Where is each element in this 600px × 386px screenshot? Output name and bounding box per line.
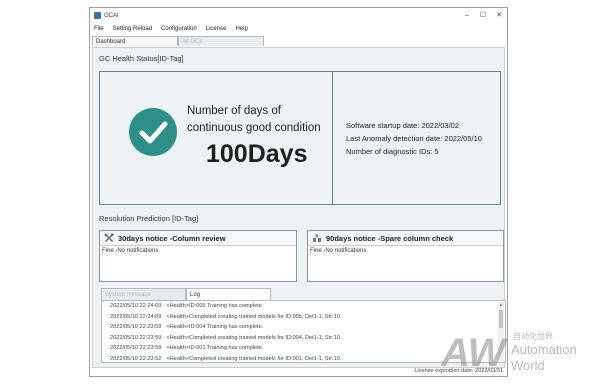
tab-system-message[interactable]: System message: [101, 288, 186, 300]
tools-icon: [104, 233, 114, 243]
menu-bar: File Setting Reload Configuration Licens…: [90, 23, 507, 34]
log-message: <Health>Completed creating trained model…: [166, 355, 342, 362]
title-bar: GCAI – ☐ ✕: [90, 8, 507, 23]
days-count: 100Days: [206, 140, 308, 168]
tab-dashboard[interactable]: Dashboard: [92, 36, 178, 46]
log-message: <Health>ID:001 Training has complete.: [166, 345, 264, 351]
log-line: 2022/05/10 22:24:09 <Health>Completed cre…: [102, 312, 505, 323]
app-icon: [94, 12, 101, 19]
last-anomaly-date: Last Anomaly detection date: 2022/05/10: [346, 134, 482, 143]
tab-all-gcs[interactable]: All GCs: [178, 36, 264, 46]
notice-30days-body: Fine -No notifications: [102, 248, 159, 254]
log-message: <Health>Completed creating trained model…: [166, 334, 342, 341]
menu-help[interactable]: Help: [235, 26, 247, 32]
log-message: <Health>Completed creating trained model…: [166, 313, 342, 320]
days-caption: Number of days of continuous good condit…: [187, 103, 332, 137]
maximize-button[interactable]: ☐: [475, 8, 491, 23]
log-message: <Health>ID:005 Training has complete.: [166, 303, 264, 309]
log-timestamp: 2022/05/10 22:23:59: [110, 345, 162, 351]
notice-30days: 30days notice -Column review Fine -No no…: [99, 230, 297, 282]
log-tabs: System message Log: [101, 288, 271, 300]
log-line: 2022/05/10 22:24:09 <Health>ID:005 Traini…: [102, 301, 505, 312]
svg-text:自动化世界: 自动化世界: [513, 331, 553, 341]
log-timestamp: 2022/05/10 22:23:52: [110, 355, 162, 362]
health-section-title: GC Health Status[ID-Tag]: [99, 54, 184, 63]
days-caption-line2: continuous good condition: [187, 122, 321, 134]
main-tabs: Dashboard All GCs: [92, 36, 264, 47]
scroll-up-icon[interactable]: ▲: [498, 302, 504, 308]
log-message: <Health>ID:004 Training has complete.: [166, 324, 264, 330]
menu-setting-reload[interactable]: Setting Reload: [113, 26, 152, 32]
watermark-graphic: AW 自动化世界 Automation World: [440, 331, 577, 375]
notice-90days-title: 90days notice -Spare column check: [326, 233, 454, 243]
check-circle-icon: [129, 108, 177, 156]
tab-log[interactable]: Log: [186, 288, 271, 300]
notice-90days-header: 90days notice -Spare column check: [308, 231, 503, 246]
log-timestamp: 2022/05/10 22:23:59: [110, 334, 162, 341]
health-status-box: Number of days of continuous good condit…: [99, 71, 501, 205]
notice-90days-body: Fine -No notifications: [310, 248, 367, 254]
menu-configuration[interactable]: Configuration: [161, 26, 197, 32]
scroll-thumb[interactable]: [499, 310, 503, 328]
health-summary: Number of days of continuous good condit…: [100, 72, 333, 204]
startup-date: Software startup date: 2022/03/02: [346, 121, 459, 130]
days-caption-line1: Number of days of: [187, 105, 281, 117]
menu-file[interactable]: File: [94, 26, 104, 32]
svg-text:Automation: Automation: [511, 342, 577, 357]
columns-icon: [312, 233, 322, 243]
notice-30days-header: 30days notice -Column review: [100, 231, 296, 246]
close-button[interactable]: ✕: [491, 8, 507, 23]
log-timestamp: 2022/05/10 22:24:09: [110, 303, 162, 309]
log-timestamp: 2022/05/10 22:24:09: [110, 313, 162, 320]
svg-text:AW: AW: [441, 331, 509, 375]
health-details: Software startup date: 2022/03/02 Last A…: [346, 119, 482, 158]
log-timestamp: 2022/05/10 22:23:59: [110, 324, 162, 330]
svg-text:World: World: [511, 358, 545, 373]
automation-world-logo: AW 自动化世界 Automation World: [440, 328, 591, 376]
window-title: GCAI: [104, 12, 119, 19]
minimize-button[interactable]: –: [459, 8, 475, 23]
app-window: GCAI – ☐ ✕ File Setting Reload Configura…: [89, 7, 508, 377]
dashboard-panel: GC Health Status[ID-Tag] Number of days …: [92, 47, 506, 368]
menu-license[interactable]: License: [206, 26, 227, 32]
notice-90days: 90days notice -Spare column check Fine -…: [307, 230, 504, 282]
notice-30days-title: 30days notice -Column review: [118, 233, 226, 243]
diagnostic-id-count: Number of diagnostic IDs: 5: [346, 147, 439, 156]
prediction-section-title: Resolution Prediction [ID-Tag]: [99, 214, 199, 223]
